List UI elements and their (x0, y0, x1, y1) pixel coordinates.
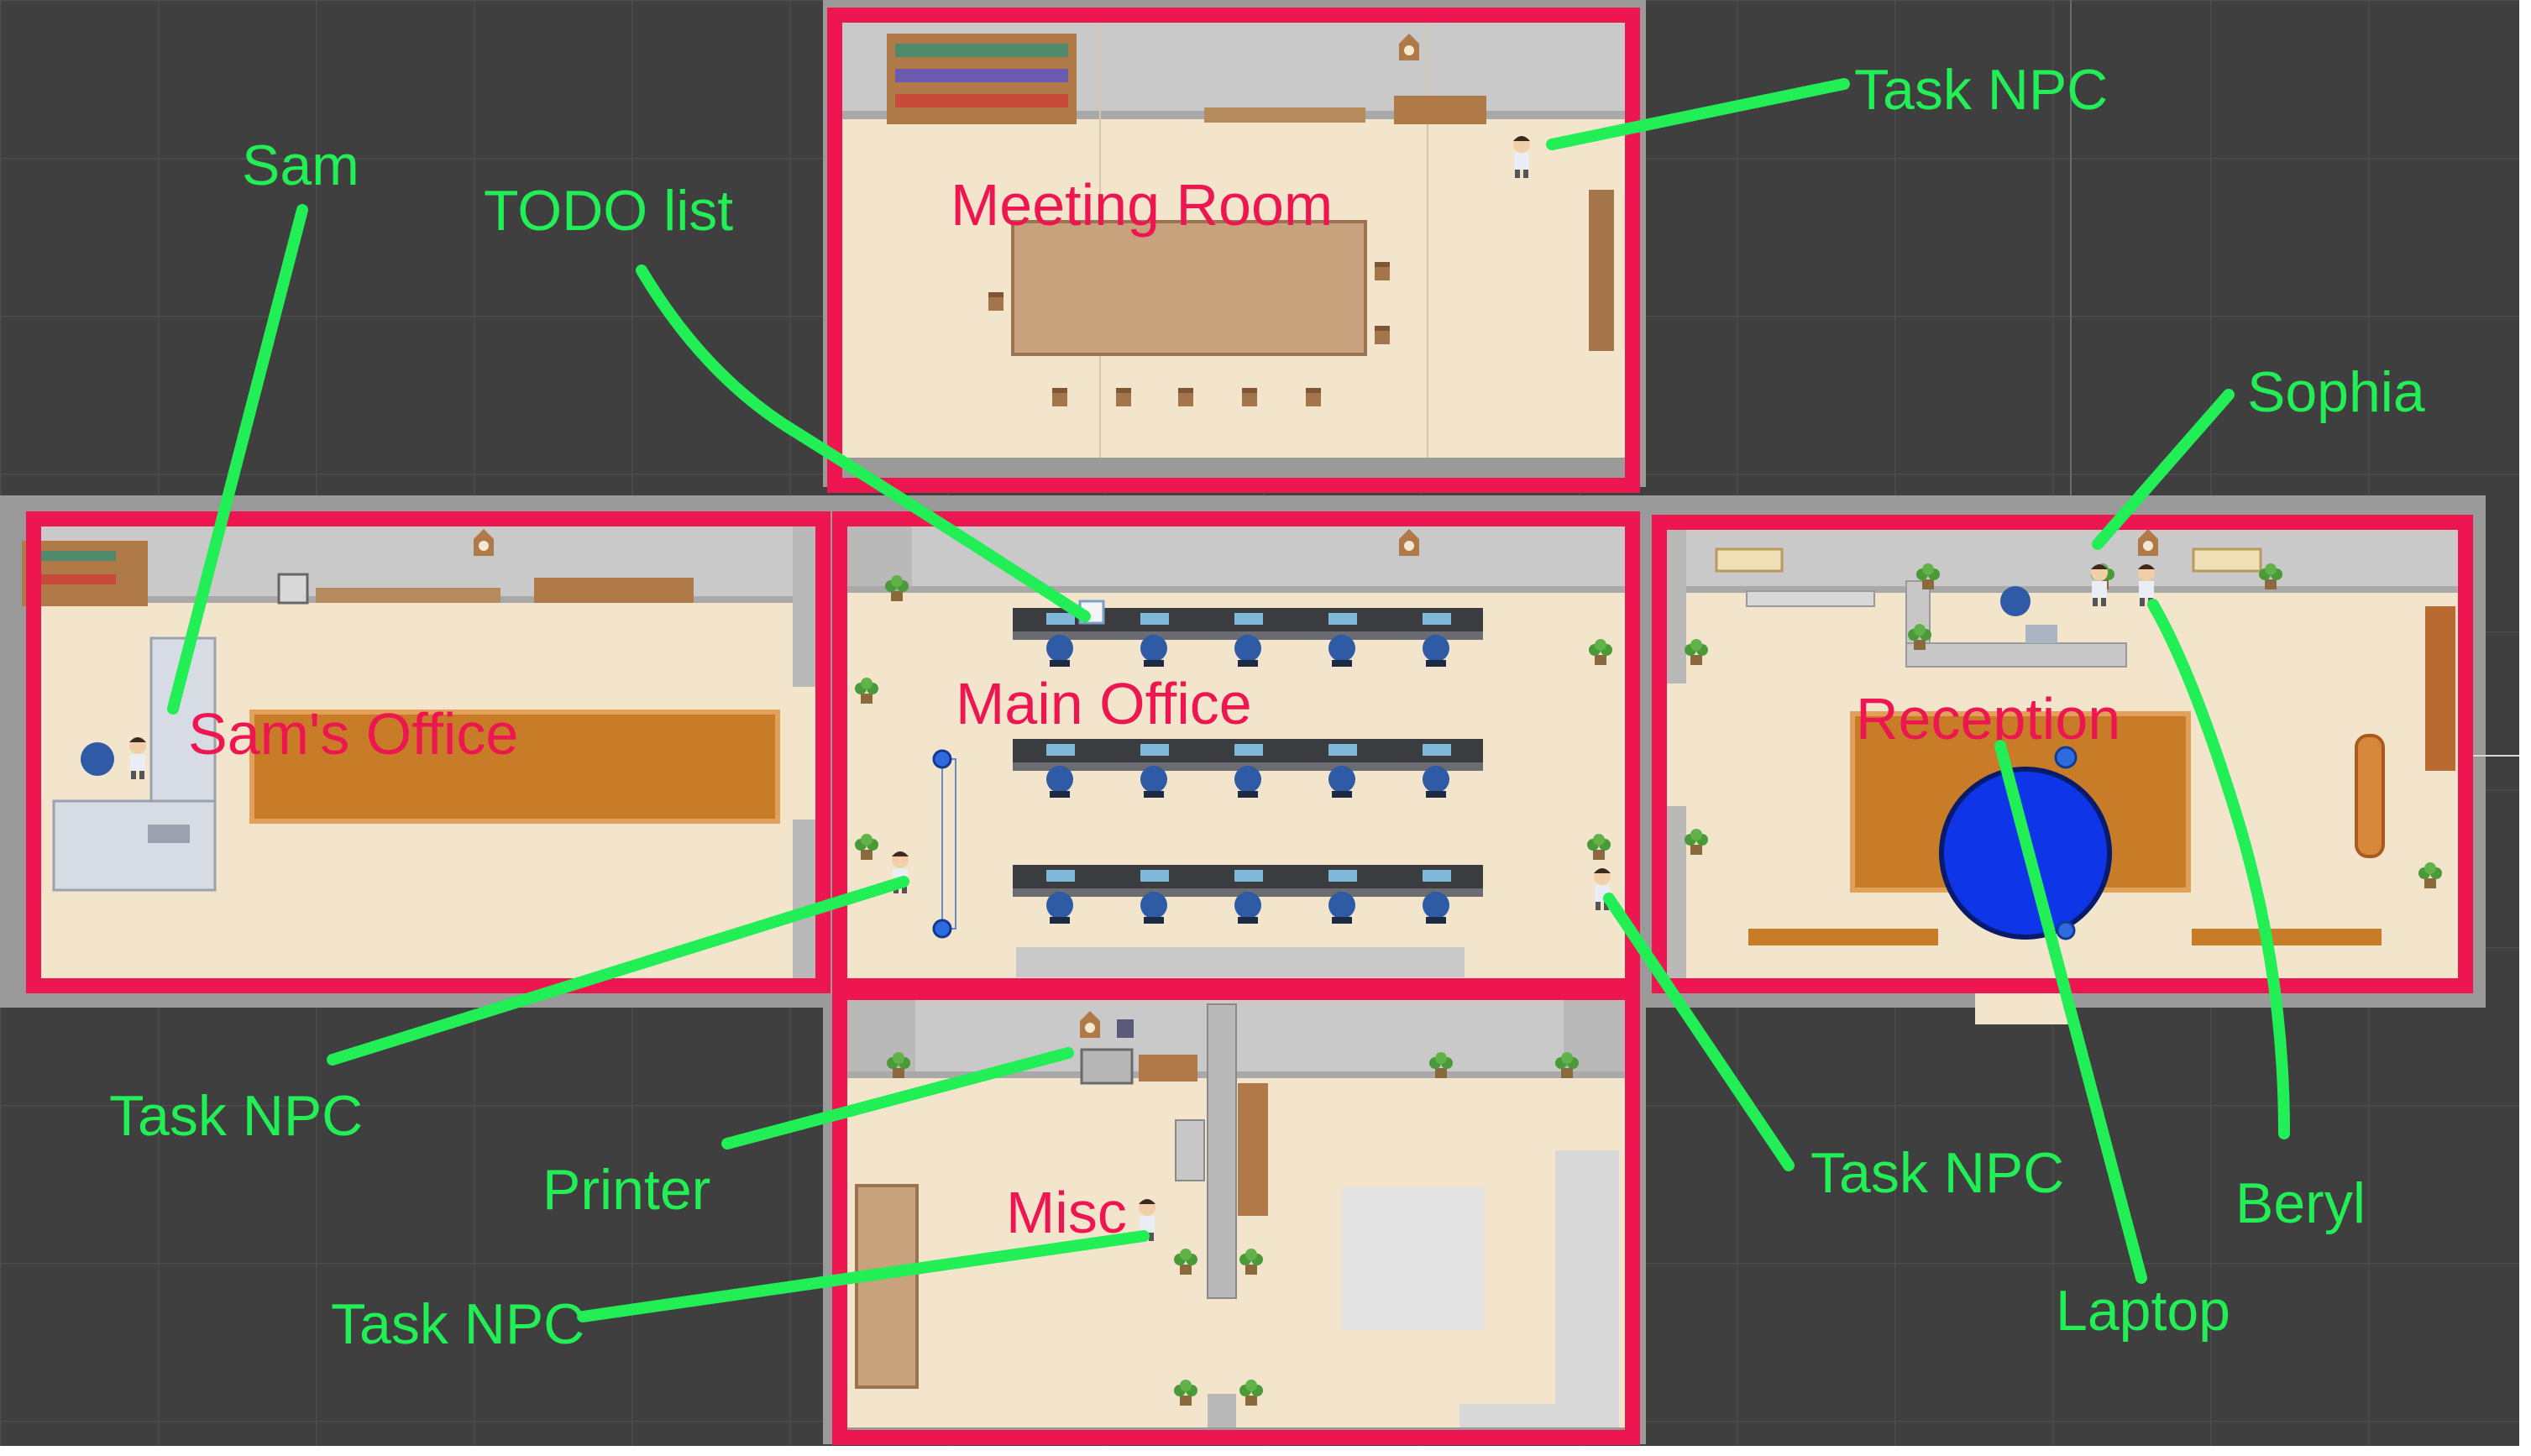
meeting-table (1011, 220, 1367, 356)
drawers (534, 578, 635, 603)
editor-right-strip (2519, 0, 2531, 1456)
office-chair-icon (81, 742, 114, 776)
wall-frame (2192, 547, 2262, 573)
cabinet (635, 578, 694, 603)
cafe-counter (1555, 1150, 1619, 1427)
credenza (1204, 107, 1365, 123)
printer-small (277, 573, 309, 605)
misc-area (840, 996, 1632, 1427)
bench (2192, 929, 2382, 945)
annotation-label-laptop: Laptop (2056, 1279, 2230, 1343)
annotation-label-task-npc-main-right: Task NPC (1810, 1141, 2064, 1205)
wall-frame (1715, 547, 1784, 573)
bench (1748, 929, 1938, 945)
room-label-reception: Reception (1856, 686, 2120, 752)
long-table (855, 1184, 919, 1389)
room-label-sams-office: Sam's Office (188, 701, 518, 767)
annotation-label-task-npc-meeting: Task NPC (1854, 58, 2108, 122)
laptop-desk (2025, 625, 2057, 643)
printer-machine[interactable] (1080, 1048, 1134, 1085)
annotation-label-sophia: Sophia (2247, 360, 2425, 424)
l-desk-front (52, 799, 217, 892)
waypoint-marker[interactable] (932, 749, 952, 769)
annotation-label-task-npc-misc: Task NPC (331, 1292, 584, 1356)
drawers (1139, 1055, 1197, 1082)
counter-divider (1207, 1003, 1237, 1299)
annotation-label-task-npc-main-left: Task NPC (109, 1084, 363, 1148)
reception-desk (1905, 642, 2127, 668)
annotation-label-printer: Printer (542, 1158, 710, 1222)
wood-cabinet (1238, 1083, 1268, 1216)
sofa (2355, 734, 2385, 858)
level-editor-viewport[interactable]: Meeting Room Sam's Office Main Office Re… (0, 0, 2531, 1456)
office-chair-icon (2000, 586, 2031, 616)
cafe-counter-base (1459, 1404, 1619, 1427)
laptop-small (148, 825, 190, 843)
annotation-label-beryl: Beryl (2235, 1171, 2366, 1235)
room-label-main-office: Main Office (956, 671, 1252, 736)
drawers (1394, 96, 1486, 124)
sideboard (1589, 190, 1614, 351)
annotation-label-todo-list: TODO list (484, 179, 733, 243)
annotation-label-sam: Sam (242, 134, 359, 197)
editor-bottom-strip (0, 1446, 2531, 1456)
waypoint-marker[interactable] (932, 919, 952, 939)
room-label-meeting-room: Meeting Room (951, 172, 1333, 238)
main-office-area (840, 519, 1632, 981)
floor-mat (1342, 1187, 1485, 1330)
cabinet (2425, 606, 2455, 771)
credenza (316, 588, 500, 603)
kitchen-cabinets (1175, 1119, 1205, 1181)
shelf (1746, 590, 1875, 607)
